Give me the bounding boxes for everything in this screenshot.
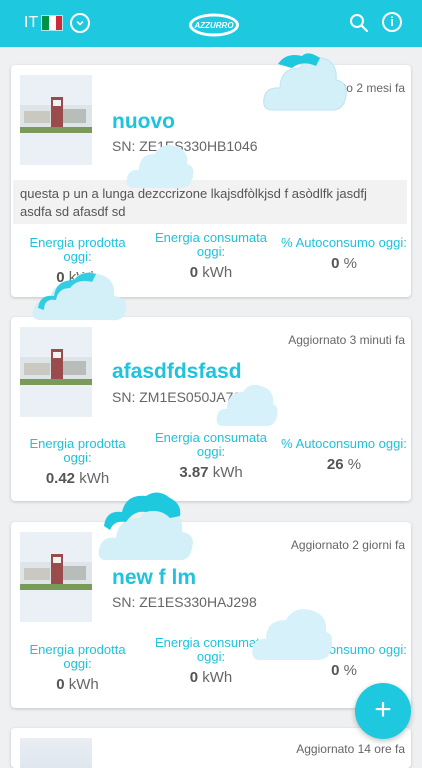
- percent-unit: %: [343, 662, 357, 679]
- self-consumption-value: 0: [331, 255, 340, 272]
- serial-number: SN: ZE1ES330HAJ298: [112, 594, 257, 610]
- energy-produced: Energia prodotta oggi: 0 kWh: [15, 642, 140, 693]
- azzurro-logo: AZZURRO: [189, 13, 239, 37]
- italian-flag-icon: [41, 15, 64, 31]
- energy-consumed-label: Energia consumata oggi:: [154, 230, 267, 259]
- add-button[interactable]: +: [355, 683, 411, 739]
- plant-photo: [20, 532, 92, 622]
- energy-consumed-value: 0: [189, 669, 199, 686]
- energy-produced-label: Energia prodotta oggi:: [29, 642, 126, 671]
- energy-unit: kWh: [68, 676, 99, 693]
- logo-text: AZZURRO: [193, 21, 234, 30]
- energy-unit: kWh: [202, 669, 233, 686]
- energy-consumed: Energia consumata oggi: 0 kWh: [150, 635, 272, 686]
- energy-produced: Energia prodotta oggi: 0 kWh: [15, 235, 140, 286]
- self-consumption-value: 26: [326, 456, 344, 473]
- last-updated: Aggiornato 2 giorni fa: [290, 538, 405, 552]
- plant-photo: [20, 327, 92, 417]
- energy-produced-value: 0.42: [45, 470, 76, 487]
- serial-number: SN: ZE1ES330HB1046: [112, 138, 258, 154]
- self-consumption-label: % Autoconsumo oggi:: [281, 642, 407, 657]
- energy-consumed-value: 3.87: [179, 464, 209, 481]
- self-consumption: % Autoconsumo oggi: 26 %: [281, 436, 407, 473]
- self-consumption-label: % Autoconsumo oggi:: [281, 436, 407, 451]
- info-icon[interactable]: i: [382, 12, 402, 32]
- percent-unit: %: [347, 456, 362, 473]
- chevron-down-icon[interactable]: [70, 13, 91, 33]
- energy-consumed-label: Energia consumata oggi:: [154, 430, 267, 459]
- energy-unit: kWh: [212, 464, 243, 481]
- energy-consumed-label: Energia consumata oggi:: [154, 635, 267, 664]
- plant-photo: [20, 75, 92, 165]
- energy-unit: kWh: [68, 269, 99, 286]
- self-consumption-value: 0: [331, 662, 340, 679]
- energy-produced-label: Energia prodotta oggi:: [29, 235, 126, 264]
- energy-unit: kWh: [202, 264, 233, 281]
- self-consumption: % Autoconsumo oggi: 0 %: [281, 235, 407, 272]
- last-updated: Aggiornato 2 mesi fa: [294, 81, 405, 95]
- energy-consumed: Energia consumata oggi: 0 kWh: [150, 230, 272, 281]
- language-selector[interactable]: IT: [24, 13, 91, 33]
- energy-consumed-value: 0: [189, 264, 199, 281]
- self-consumption: % Autoconsumo oggi: 0 %: [281, 642, 407, 679]
- top-bar: IT AZZURRO i: [0, 0, 422, 47]
- inverter-card[interactable]: Aggiornato 3 minuti fa afasdfdsfasd SN: …: [11, 317, 411, 501]
- percent-unit: %: [343, 255, 357, 272]
- energy-produced-value: 0: [56, 269, 65, 286]
- inverter-card[interactable]: Aggiornato 2 giorni fa new f lm SN: ZE1E…: [11, 522, 411, 708]
- energy-consumed: Energia consumata oggi: 3.87 kWh: [150, 430, 272, 481]
- energy-unit: kWh: [79, 470, 110, 487]
- search-icon[interactable]: [349, 13, 369, 33]
- last-updated: Aggiornato 14 ore fa: [296, 742, 405, 756]
- self-consumption-label: % Autoconsumo oggi:: [281, 235, 407, 250]
- inverter-card[interactable]: Aggiornato 2 mesi fa nuovo SN: ZE1ES330H…: [11, 65, 411, 297]
- plant-name: afasdfdsfasd: [112, 360, 242, 383]
- plant-name: nuovo: [112, 110, 175, 133]
- serial-number: SN: ZM1ES050JA7043: [112, 389, 257, 405]
- last-updated: Aggiornato 3 minuti fa: [288, 333, 405, 347]
- plant-photo: [20, 738, 92, 768]
- plant-name: new f lm: [112, 566, 197, 589]
- energy-produced-value: 0: [56, 676, 65, 693]
- energy-produced-label: Energia prodotta oggi:: [29, 436, 126, 465]
- energy-produced: Energia prodotta oggi: 0.42 kWh: [15, 436, 140, 487]
- plant-description: questa p un a lunga dezccrizone lkajsdfò…: [13, 180, 407, 224]
- inverter-card[interactable]: Aggiornato 14 ore fa: [11, 728, 411, 768]
- language-code: IT: [24, 14, 39, 31]
